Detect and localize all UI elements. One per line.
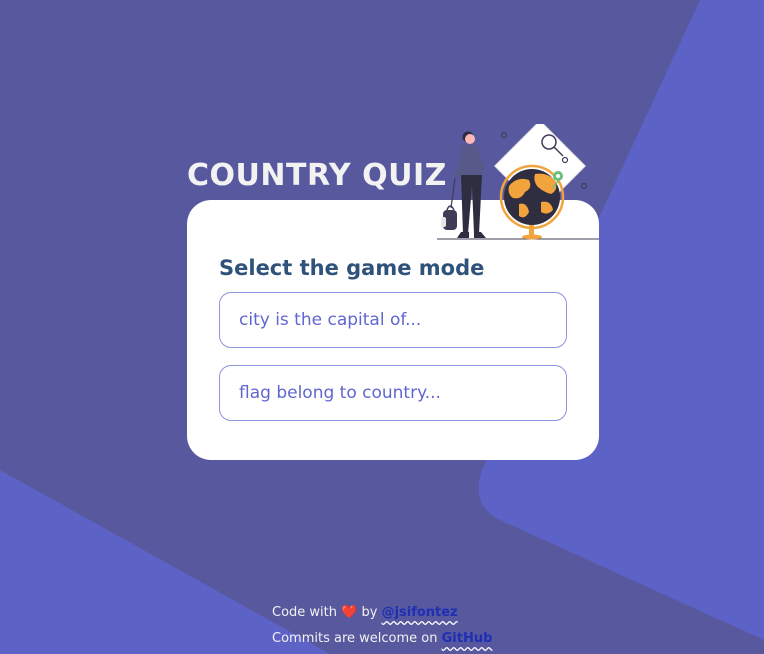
game-mode-prompt: Select the game mode <box>219 256 485 280</box>
footer-credit-line: Code with ❤️ by @jsifontez <box>272 600 492 626</box>
flag-mode-button[interactable]: flag belong to country... <box>219 365 567 421</box>
heart-icon: ❤️ <box>341 605 358 620</box>
github-link[interactable]: GitHub <box>442 631 493 646</box>
footer-code-with-text: Code with <box>272 605 337 620</box>
footer-commits-text: Commits are welcome on <box>272 631 438 646</box>
traveler-globe-illustration <box>437 124 599 240</box>
footer: Code with ❤️ by @jsifontez Commits are w… <box>272 600 492 652</box>
page-title: COUNTRY QUIZ <box>187 158 447 193</box>
author-link[interactable]: @jsifontez <box>382 605 458 620</box>
footer-commits-line: Commits are welcome on GitHub <box>272 626 492 652</box>
footer-by-text: by <box>361 605 378 620</box>
capital-mode-button[interactable]: city is the capital of... <box>219 292 567 348</box>
